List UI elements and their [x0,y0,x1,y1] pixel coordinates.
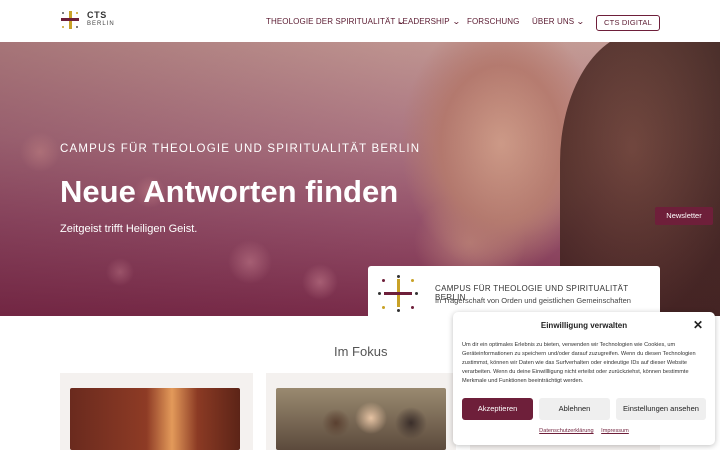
campus-card-subtitle: In Trägerschaft von Orden und geistliche… [435,296,631,305]
card-image [276,388,446,450]
privacy-link[interactable]: Datenschutzerklärung [539,428,593,434]
site-header: CTS BERLIN THEOLOGIE DER SPIRITUALITÄT ⌄… [0,0,720,42]
imprint-link[interactable]: Impressum [601,428,629,434]
nav-label: THEOLOGIE DER SPIRITUALITÄT [266,16,396,26]
nav-label: FORSCHUNG [467,16,520,26]
chevron-down-icon: ⌄ [576,16,585,26]
cts-logo[interactable]: CTS BERLIN [60,10,115,30]
decline-button[interactable]: Ablehnen [539,398,610,420]
chevron-down-icon: ⌄ [451,16,461,26]
nav-item-leadership[interactable]: LEADERSHIP ⌄ [398,0,460,42]
focus-card[interactable] [266,373,456,450]
accept-button[interactable]: Akzeptieren [462,398,533,420]
nav-label: LEADERSHIP [398,16,450,26]
cross-logo-icon [378,275,418,313]
cts-digital-button[interactable]: CTS DIGITAL [596,15,660,31]
newsletter-button[interactable]: Newsletter [655,207,713,225]
nav-item-forschung[interactable]: FORSCHUNG [467,0,519,42]
consent-text: Um dir ein optimales Erlebnis zu bieten,… [462,342,696,384]
hero-eyebrow: CAMPUS FÜR THEOLOGIE UND SPIRITUALITÄT B… [60,143,421,155]
nav-item-ueber-uns[interactable]: ÜBER UNS ⌄ [532,0,585,42]
consent-title: Einwilligung verwalten [540,321,628,330]
hero-headline: Neue Antworten finden [60,174,399,209]
close-icon[interactable]: ✕ [693,318,703,332]
card-image [70,388,240,450]
logo-title: CTS [87,10,107,20]
section-title: Im Fokus [334,344,388,359]
hero-tagline: Zeitgeist trifft Heiligen Geist. [60,223,198,235]
logo-subtitle: BERLIN [87,21,115,27]
focus-card[interactable] [60,373,253,450]
nav-item-theologie[interactable]: THEOLOGIE DER SPIRITUALITÄT ⌄ [266,0,406,42]
campus-card[interactable]: CAMPUS FÜR THEOLOGIE UND SPIRITUALITÄT B… [368,266,660,316]
cookie-consent-dialog: Einwilligung verwalten ✕ Um dir ein opti… [453,312,715,445]
consent-links: Datenschutzerklärung Impressum [453,428,715,434]
hero-banner: CAMPUS FÜR THEOLOGIE UND SPIRITUALITÄT B… [0,42,720,316]
view-settings-button[interactable]: Einstellungen ansehen [616,398,706,420]
cross-logo-icon [60,10,80,30]
nav-label: ÜBER UNS [532,16,575,26]
